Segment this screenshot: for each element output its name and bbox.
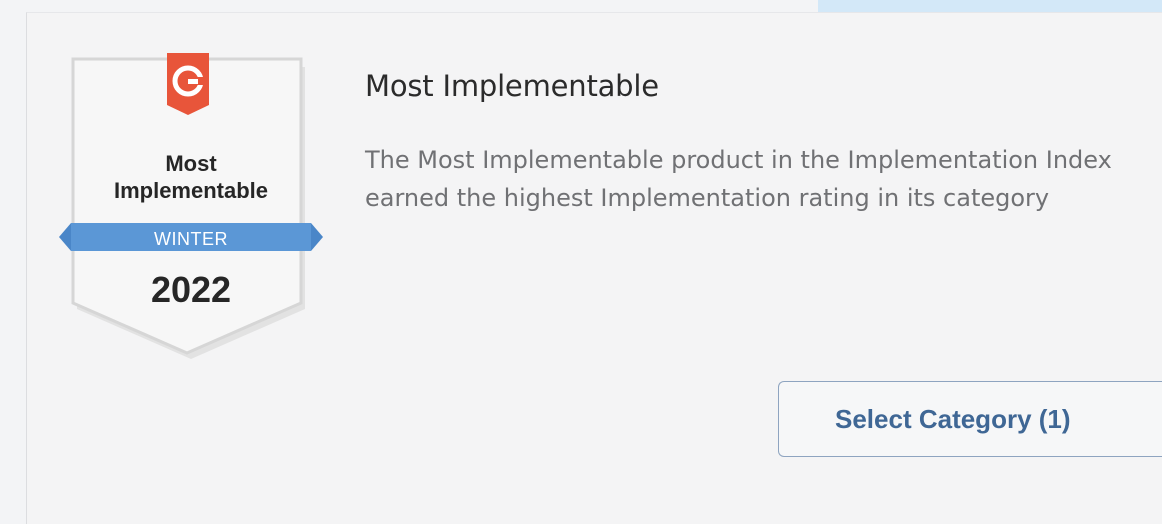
header-accent <box>818 0 1162 12</box>
award-badge: Most Implementable WINTER 2022 <box>57 53 325 363</box>
badge-year: 2022 <box>150 269 232 310</box>
badge-season: WINTER <box>154 229 228 249</box>
award-card: Most Implementable WINTER 2022 Most Impl… <box>26 12 1162 524</box>
award-description: The Most Implementable product in the Im… <box>365 146 1112 212</box>
badge-shield-graphic <box>59 53 323 359</box>
badge-title-line1: Most <box>165 151 217 176</box>
award-title: Most Implementable <box>365 69 659 103</box>
badge-title-line2: Implementable <box>113 178 269 203</box>
select-category-button[interactable]: Select Category (1) <box>778 381 1162 457</box>
